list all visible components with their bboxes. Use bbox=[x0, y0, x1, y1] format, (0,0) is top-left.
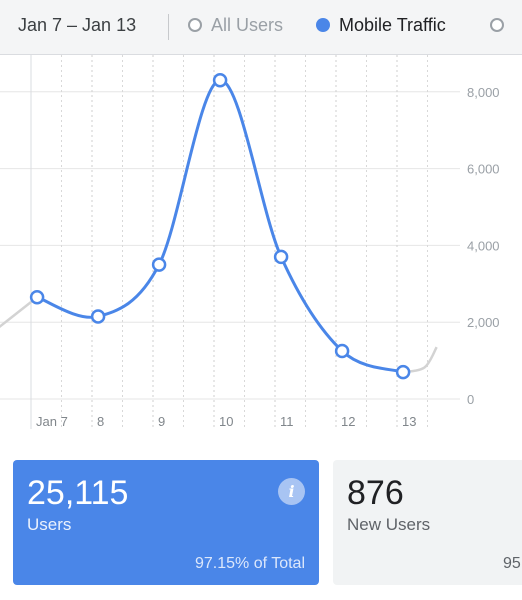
data-point bbox=[151, 257, 167, 272]
legend-radio-icon bbox=[188, 18, 202, 32]
legend-item-all-users[interactable]: All Users bbox=[188, 15, 283, 36]
legend-item-more[interactable] bbox=[490, 15, 513, 36]
y-tick-label: 0 bbox=[467, 392, 474, 407]
legend-radio-selected-icon bbox=[316, 18, 330, 32]
metric-value: 25,115 bbox=[27, 474, 129, 512]
x-tick-label: 8 bbox=[97, 414, 104, 429]
data-point bbox=[212, 73, 228, 88]
line-chart: 02,0004,0006,0008,00010,000Jan 789101112… bbox=[0, 55, 500, 429]
x-tick-label: Jan 7 bbox=[36, 414, 68, 429]
toolbar-divider bbox=[168, 14, 169, 40]
y-tick-label: 8,000 bbox=[467, 85, 500, 100]
legend-item-mobile-traffic[interactable]: Mobile Traffic bbox=[316, 15, 446, 36]
metric-card-users[interactable]: 25,115 Users i 97.15% of Total bbox=[13, 460, 319, 585]
metric-value: 876 bbox=[347, 474, 404, 512]
x-tick-label: 10 bbox=[219, 414, 233, 429]
metric-label: New Users bbox=[347, 515, 431, 534]
x-tick-label: 13 bbox=[402, 414, 416, 429]
data-point bbox=[334, 343, 350, 359]
metric-label: Users bbox=[27, 515, 72, 534]
toolbar: Jan 7 – Jan 13 All Users Mobile Traffic bbox=[0, 0, 522, 55]
x-tick-label: 9 bbox=[158, 414, 165, 429]
series-line-inactive bbox=[0, 296, 38, 329]
legend-label: Mobile Traffic bbox=[339, 15, 446, 35]
x-tick-label: 12 bbox=[341, 414, 355, 429]
y-tick-label: 4,000 bbox=[467, 238, 500, 253]
data-point bbox=[395, 364, 411, 380]
legend-label: All Users bbox=[211, 15, 284, 35]
y-tick-label: 6,000 bbox=[467, 162, 500, 177]
data-point bbox=[273, 249, 289, 265]
data-point bbox=[90, 309, 106, 324]
metric-percent-of-total: 97.15% of Total bbox=[194, 555, 305, 572]
info-icon[interactable]: i bbox=[278, 478, 305, 505]
legend-radio-icon bbox=[490, 18, 504, 32]
metric-card-new-users[interactable]: 876 New Users 95 bbox=[333, 460, 522, 585]
y-tick-label: 2,000 bbox=[467, 315, 500, 330]
data-point bbox=[29, 289, 45, 305]
date-range[interactable]: Jan 7 – Jan 13 bbox=[18, 15, 136, 36]
x-tick-label: 11 bbox=[280, 414, 294, 429]
metric-percent-of-total: 95 bbox=[503, 555, 521, 572]
